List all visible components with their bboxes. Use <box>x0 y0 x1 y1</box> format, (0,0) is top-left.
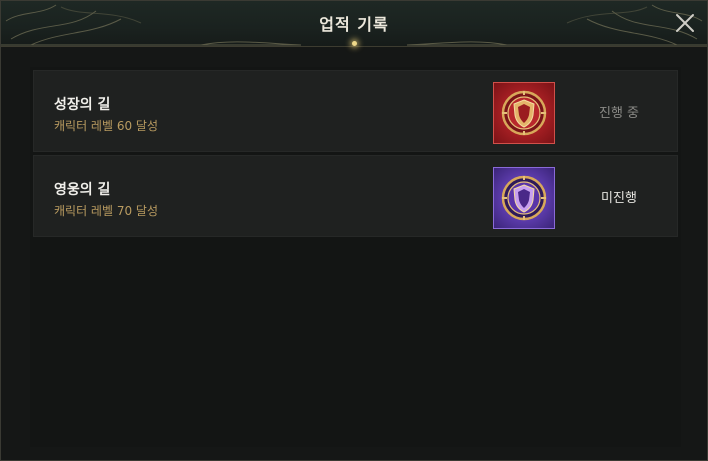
shield-emblem-icon <box>501 90 547 136</box>
achievement-emblem <box>493 167 555 229</box>
achievement-description: 캐릭터 레벨 60 달성 <box>54 119 158 133</box>
achievement-row[interactable]: 성장의 길 캐릭터 레벨 60 달성 진행 중 <box>33 70 678 152</box>
achievement-name: 영웅의 길 <box>54 182 111 198</box>
achievement-status: 미진행 <box>601 191 637 206</box>
achievement-name: 성장의 길 <box>54 97 111 113</box>
achievement-description: 캐릭터 레벨 70 달성 <box>54 204 158 218</box>
window-header: 업적 기록 <box>1 1 707 47</box>
close-button[interactable] <box>673 11 697 35</box>
achievement-status: 진행 중 <box>598 106 639 121</box>
title-indicator-dot <box>352 41 357 46</box>
achievement-row[interactable]: 영웅의 길 캐릭터 레벨 70 달성 미진행 <box>33 155 678 237</box>
window-title: 업적 기록 <box>319 15 389 34</box>
achievement-record-window: 업적 기록 성장의 길 캐릭터 레벨 60 달성 진행 중 영웅의 길 캐릭터 … <box>0 0 708 461</box>
shield-emblem-icon <box>501 175 547 221</box>
achievement-list: 성장의 길 캐릭터 레벨 60 달성 진행 중 영웅의 길 캐릭터 레벨 70 … <box>30 67 681 447</box>
achievement-emblem <box>493 82 555 144</box>
close-icon <box>676 14 694 32</box>
